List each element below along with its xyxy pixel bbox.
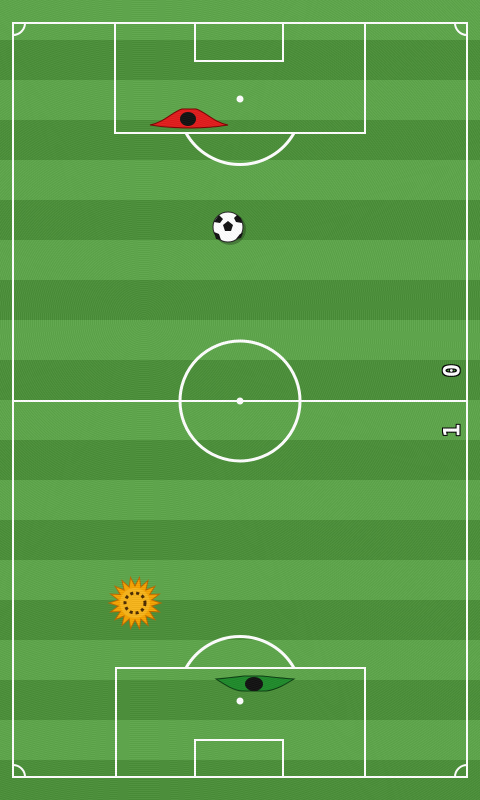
- corner-arc-bottom-left: [12, 764, 26, 778]
- top-goal-area: [194, 22, 284, 62]
- center-spot: [236, 397, 244, 405]
- score-bottom-player: 1: [440, 423, 466, 438]
- corner-arc-top-left: [12, 22, 26, 36]
- green-paddle-icon[interactable]: [214, 675, 296, 692]
- bottom-penalty-spot: [236, 697, 244, 705]
- top-penalty-arc: [184, 132, 296, 167]
- corner-arc-bottom-right: [454, 764, 468, 778]
- field-markings: [12, 22, 468, 778]
- top-penalty-area: [114, 22, 366, 134]
- soccer-ball-icon[interactable]: [212, 211, 246, 245]
- spiky-sun-icon[interactable]: [107, 575, 163, 631]
- corner-arc-top-right: [454, 22, 468, 36]
- soccer-field[interactable]: 0 1: [0, 0, 480, 800]
- score-top-player: 0: [440, 363, 466, 378]
- top-penalty-spot: [236, 95, 244, 103]
- red-paddle-icon[interactable]: [149, 108, 229, 129]
- bottom-penalty-arc: [184, 634, 296, 669]
- bottom-goal-area: [194, 739, 284, 778]
